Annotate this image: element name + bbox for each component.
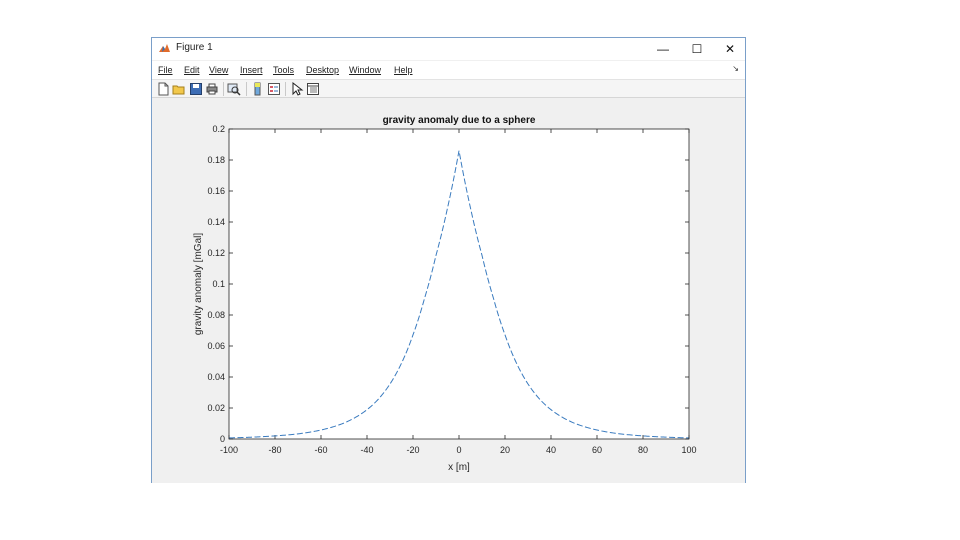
axes-background <box>229 129 689 439</box>
x-tick-label: -40 <box>360 445 373 455</box>
x-tick-label: -60 <box>314 445 327 455</box>
y-tick-label: 0.02 <box>207 403 225 413</box>
x-tick-label: -80 <box>268 445 281 455</box>
chart-title: gravity anomaly due to a sphere <box>383 115 536 126</box>
x-tick-label: -20 <box>406 445 419 455</box>
y-tick-label: 0.18 <box>207 155 225 165</box>
y-tick-label: 0.1 <box>212 279 225 289</box>
y-tick-label: 0.14 <box>207 217 225 227</box>
x-tick-label: 40 <box>546 445 556 455</box>
x-tick-label: 60 <box>592 445 602 455</box>
y-tick-label: 0.06 <box>207 341 225 351</box>
x-tick-label: 80 <box>638 445 648 455</box>
y-tick-label: 0.12 <box>207 248 225 258</box>
x-tick-label: 100 <box>681 445 696 455</box>
y-tick-label: 0 <box>220 434 225 444</box>
x-tick-label: 20 <box>500 445 510 455</box>
x-tick-label: -100 <box>220 445 238 455</box>
y-tick-label: 0.04 <box>207 372 225 382</box>
x-axis-label: x [m] <box>448 462 470 473</box>
x-tick-label: 0 <box>456 445 461 455</box>
y-tick-label: 0.08 <box>207 310 225 320</box>
figure-canvas: -100 -80 -60 -40 -20 0 20 40 60 80 100 0 0.02 0.04 0.0… <box>193 115 697 473</box>
y-tick-label: 0.16 <box>207 186 225 196</box>
y-tick-label: 0.2 <box>212 124 225 134</box>
y-axis-label: gravity anomaly [mGal] <box>193 233 204 335</box>
